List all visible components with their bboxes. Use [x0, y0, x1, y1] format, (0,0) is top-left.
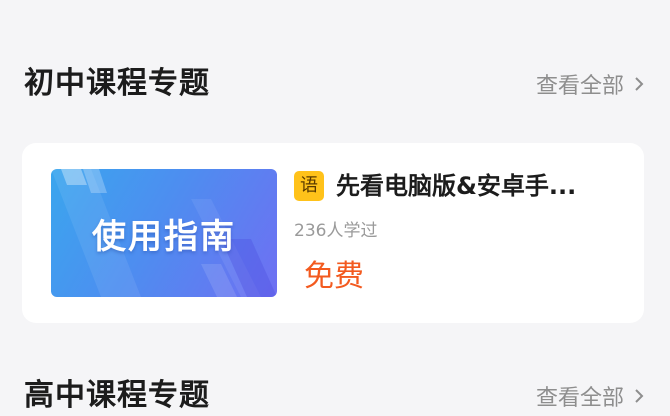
see-all-junior-button[interactable]: 查看全部 — [536, 64, 646, 104]
section-header-junior: 初中课程专题 查看全部 — [0, 64, 670, 104]
course-title[interactable]: 先看电脑版&安卓手... — [336, 167, 626, 205]
chevron-right-icon — [635, 389, 644, 403]
chevron-right-icon — [635, 77, 644, 91]
learner-count: 236人学过 — [294, 221, 378, 241]
see-all-label: 查看全部 — [535, 74, 624, 99]
course-price: 免费 — [304, 259, 364, 294]
see-all-label: 查看全部 — [535, 386, 624, 411]
see-all-senior-button[interactable]: 查看全部 — [536, 376, 646, 416]
section-header-senior: 高中课程专题 查看全部 — [0, 376, 670, 416]
thumbnail-title: 使用指南 — [92, 216, 236, 257]
course-card[interactable]: 使用指南 语 先看电脑版&安卓手... 236人学过 免费 — [22, 143, 644, 323]
section-title-senior: 高中课程专题 — [24, 378, 210, 413]
course-thumbnail: 使用指南 — [51, 169, 277, 297]
subject-badge: 语 — [294, 171, 324, 201]
section-title-junior: 初中课程专题 — [24, 66, 210, 101]
